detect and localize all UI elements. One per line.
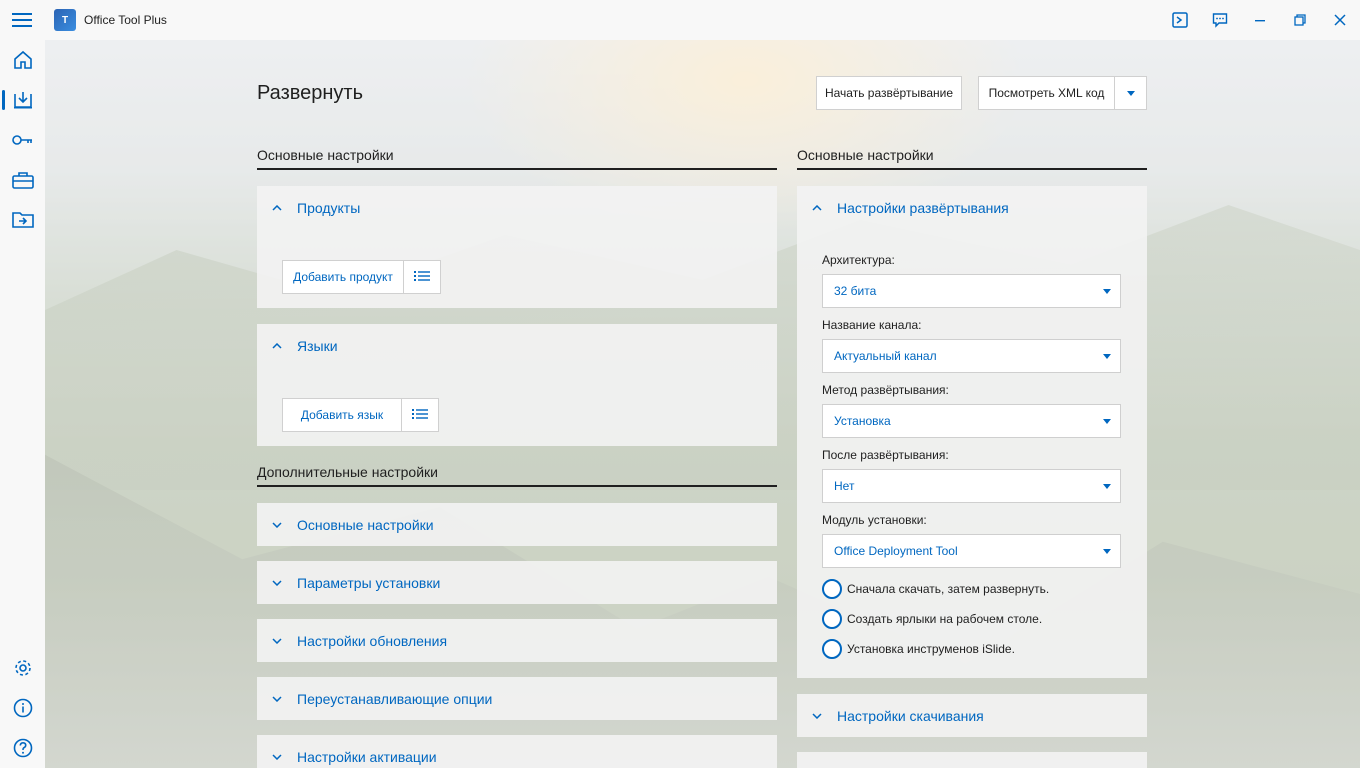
languages-expander-header[interactable]: Языки	[257, 324, 338, 368]
download-first-option[interactable]: Сначала скачать, затем развернуть.	[822, 579, 1049, 599]
restore-icon[interactable]	[1280, 0, 1320, 40]
page-title: Развернуть	[257, 82, 364, 104]
install-module-select[interactable]: Office Deployment Tool	[822, 534, 1121, 568]
gear-icon[interactable]	[0, 648, 45, 688]
deploy-method-select[interactable]: Установка	[822, 404, 1121, 438]
chevron-down-icon	[1103, 354, 1111, 359]
chevron-down-icon	[257, 753, 297, 760]
convert-icon[interactable]	[0, 200, 45, 240]
chevron-down-icon	[1103, 549, 1111, 554]
minimize-icon[interactable]	[1240, 0, 1280, 40]
chevron-down-icon	[257, 695, 297, 702]
architecture-select[interactable]: 32 бита	[822, 274, 1121, 308]
menu-icon[interactable]	[0, 0, 44, 40]
sidebar	[0, 40, 45, 768]
app-title: Office Tool Plus	[84, 13, 167, 27]
after-deploy-label: После развёртывания:	[822, 448, 949, 462]
download-settings-panel[interactable]: Настройки скачивания	[797, 694, 1147, 737]
right-basic-header: Основные настройки	[797, 147, 934, 163]
divider	[797, 168, 1147, 170]
radio-button[interactable]	[822, 639, 842, 659]
advanced-item-basic[interactable]: Основные настройки	[257, 503, 777, 546]
list-icon	[412, 408, 428, 423]
deploy-icon[interactable]	[0, 80, 45, 120]
languages-title: Языки	[297, 338, 338, 354]
products-title: Продукты	[297, 200, 361, 216]
architecture-label: Архитектура:	[822, 253, 895, 267]
chevron-down-icon	[257, 579, 297, 586]
title-bar: T Office Tool Plus	[0, 0, 1360, 40]
app-logo: T	[54, 9, 76, 31]
channel-label: Название канала:	[822, 318, 922, 332]
start-deploy-button[interactable]: Начать развёртывание	[816, 76, 962, 110]
product-list-button[interactable]	[403, 260, 441, 294]
language-list-button[interactable]	[401, 398, 439, 432]
after-deploy-select[interactable]: Нет	[822, 469, 1121, 503]
chevron-up-icon	[797, 205, 837, 211]
advanced-item-label: Основные настройки	[297, 516, 434, 533]
chevron-up-icon	[257, 205, 297, 211]
advanced-item-label: Настройки обновления	[297, 632, 448, 649]
chevron-down-icon	[257, 637, 297, 644]
chevron-down-icon	[1126, 90, 1135, 96]
left-basic-header: Основные настройки	[257, 147, 394, 163]
deploy-method-label: Метод развёртывания:	[822, 383, 949, 397]
deploy-settings-expander-header[interactable]: Настройки развёртывания	[797, 186, 1009, 230]
chevron-down-icon	[1103, 419, 1111, 424]
toolbox-icon[interactable]	[0, 160, 45, 200]
list-icon	[414, 270, 430, 285]
advanced-item-label: Переустанавливающие опции	[297, 690, 493, 707]
radio-button[interactable]	[822, 609, 842, 629]
chevron-down-icon	[1103, 289, 1111, 294]
chevron-down-icon	[1103, 484, 1111, 489]
feedback-icon[interactable]	[1200, 0, 1240, 40]
islide-option[interactable]: Установка инструменов iSlide.	[822, 639, 1015, 659]
advanced-item-label: Параметры установки	[297, 574, 441, 591]
chevron-down-icon	[797, 712, 837, 719]
desktop-shortcuts-option[interactable]: Создать ярлыки на рабочем столе.	[822, 609, 1042, 629]
next-settings-panel	[797, 752, 1147, 768]
xml-dropdown-button[interactable]	[1114, 76, 1147, 110]
deploy-settings-title: Настройки развёртывания	[837, 200, 1009, 216]
divider	[257, 485, 777, 487]
install-module-label: Модуль установки:	[822, 513, 927, 527]
products-panel: Продукты Добавить продукт	[257, 186, 777, 308]
chevron-down-icon	[257, 521, 297, 528]
advanced-item-label: Настройки активации	[297, 748, 437, 765]
channel-select[interactable]: Актуальный канал	[822, 339, 1121, 373]
advanced-item-install-params[interactable]: Параметры установки	[257, 561, 777, 604]
advanced-item-update[interactable]: Настройки обновления	[257, 619, 777, 662]
view-xml-button[interactable]: Посмотреть XML код	[978, 76, 1115, 110]
home-icon[interactable]	[0, 40, 45, 80]
help-icon[interactable]	[0, 728, 45, 768]
add-product-button[interactable]: Добавить продукт	[282, 260, 404, 294]
info-icon[interactable]	[0, 688, 45, 728]
close-icon[interactable]	[1320, 0, 1360, 40]
divider	[257, 168, 777, 170]
deploy-settings-panel: Настройки развёртывания Архитектура: 32 …	[797, 186, 1147, 678]
add-language-button[interactable]: Добавить язык	[282, 398, 402, 432]
key-icon[interactable]	[0, 120, 45, 160]
console-icon[interactable]	[1160, 0, 1200, 40]
advanced-item-activation[interactable]: Настройки активации	[257, 735, 777, 768]
products-expander-header[interactable]: Продукты	[257, 186, 360, 230]
advanced-item-reinstall[interactable]: Переустанавливающие опции	[257, 677, 777, 720]
radio-button[interactable]	[822, 579, 842, 599]
advanced-header: Дополнительные настройки	[257, 464, 438, 480]
languages-panel: Языки Добавить язык	[257, 324, 777, 446]
chevron-up-icon	[257, 343, 297, 349]
download-settings-title: Настройки скачивания	[837, 707, 984, 724]
